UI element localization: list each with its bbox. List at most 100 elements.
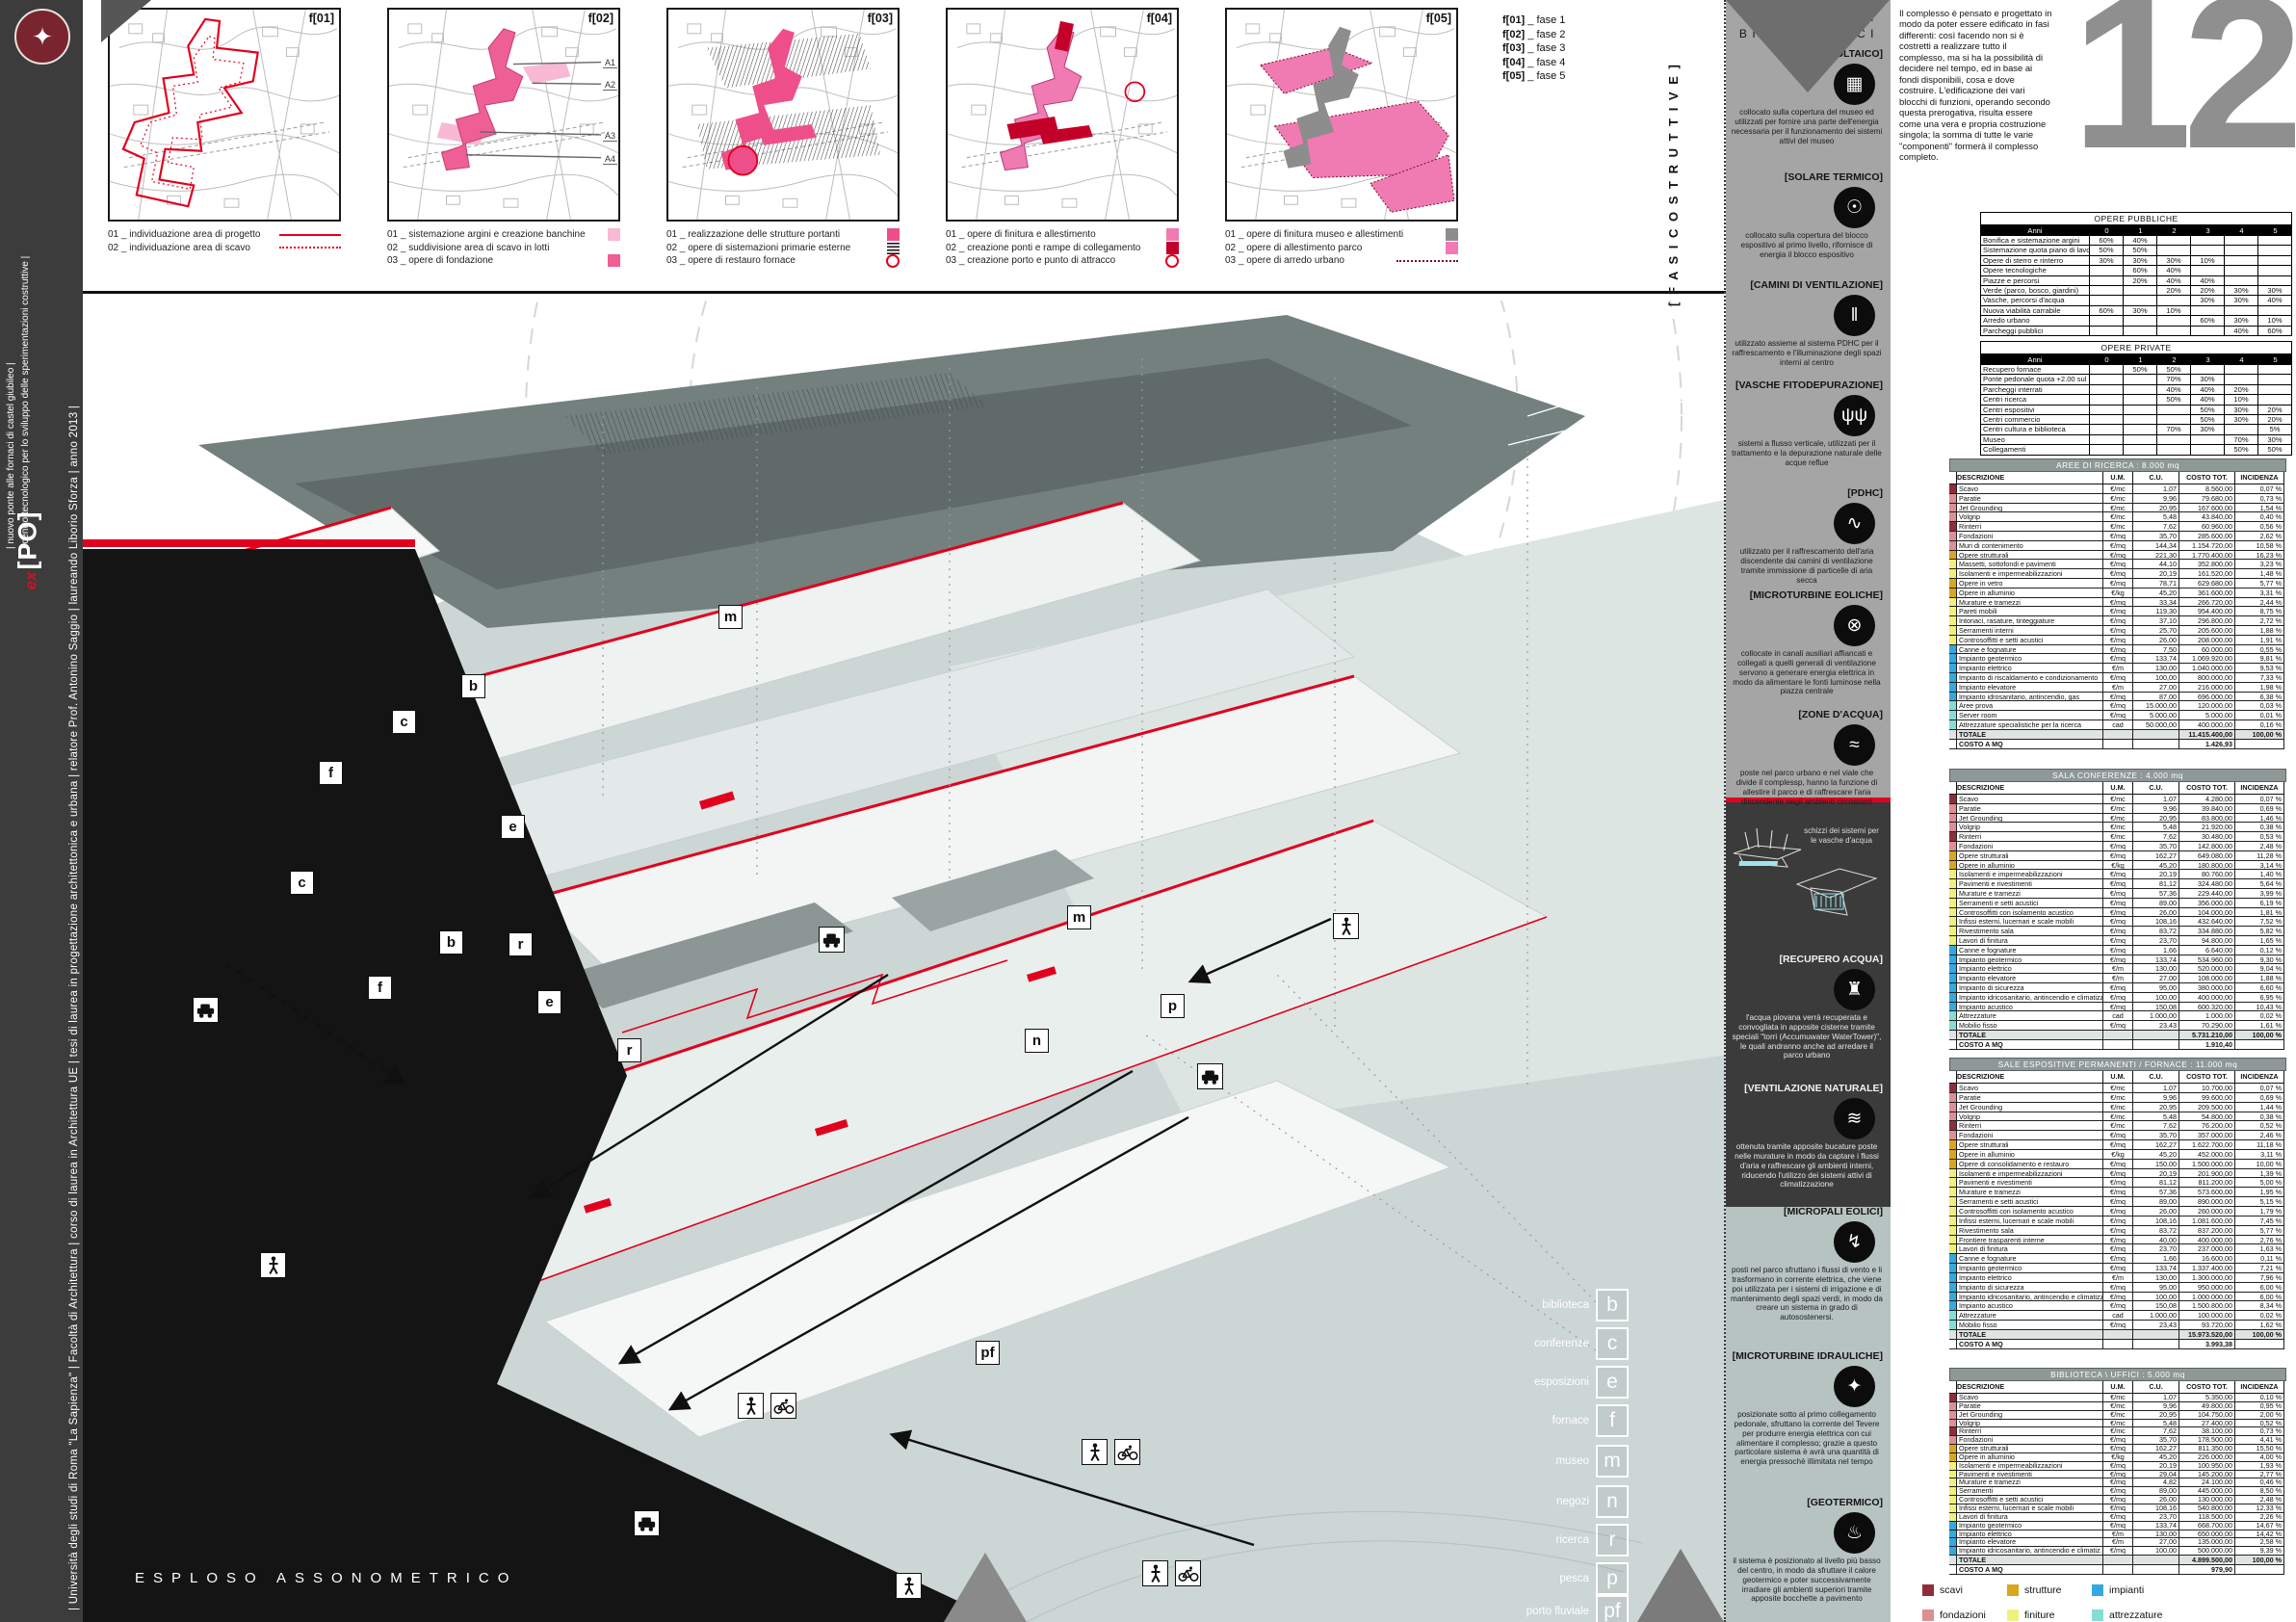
cost-cell: €/mq (2103, 1504, 2133, 1513)
pct-cell (2258, 365, 2292, 375)
cost-cell: 104.750,00 (2179, 1411, 2235, 1420)
pct-cell (2157, 236, 2191, 246)
category-color (1949, 626, 1957, 636)
bio-section: [PDHC]∿utilizzato per il raffrescamento … (1731, 487, 1883, 585)
cost-cell: 5.350,00 (2179, 1394, 2235, 1402)
pct-cell: 20% (2124, 276, 2157, 286)
wind-micropile-icon: ↯ (1834, 1221, 1875, 1263)
category-color (1949, 804, 1957, 814)
total-cell: 100,00 % (2235, 1556, 2284, 1565)
legend-label: impianti (2109, 1584, 2144, 1596)
category-color (1949, 1021, 1957, 1031)
category-color (1949, 1445, 1957, 1453)
cost-cell: Isolamenti e impermeabilizzazioni (1957, 1462, 2103, 1471)
cost-cell: Infissi esterni, lucernari e scale mobil… (1957, 1504, 2103, 1513)
function-label: esposizioni (1534, 1376, 1589, 1388)
cost-cell: Volgrip (1957, 823, 2103, 832)
col-header: INCIDENZA (2235, 472, 2284, 484)
phase-table-row: Vasche, percorsi d'acqua30%30%40% (1980, 296, 2292, 305)
cost-cell: €/mq (2103, 1178, 2133, 1188)
cost-cell: 26,00 (2133, 636, 2179, 645)
map-legend-label: 02 _ creazione ponti e rampe di collegam… (946, 242, 1140, 255)
pct-cell (2090, 375, 2124, 384)
cost-cell: 20,95 (2133, 1411, 2179, 1420)
cost-table-header: DESCRIZIONEU.M.C.U.COSTO TOT.INCIDENZA (1949, 472, 2286, 484)
render-caption: ESPLOSO ASSONOMETRICO (135, 1570, 517, 1586)
cost-cell: 324.480,00 (2179, 879, 2235, 889)
cost-cell: 1.000,00 (2179, 1011, 2235, 1021)
bio-section-text: posti nel parco sfruttano i flussi di ve… (1731, 1266, 1883, 1322)
pct-cell (2258, 276, 2292, 286)
costo-mq-cell (2235, 1040, 2284, 1050)
cost-table-row: Paratie€/mc9,9649.800,000,95 % (1949, 1402, 2286, 1411)
col-anni: Anni (1980, 354, 2090, 365)
category-color (1949, 1150, 1957, 1160)
cost-cell: 629.680,00 (2179, 579, 2235, 589)
category-color (1949, 1003, 1957, 1012)
cost-cell: Lavori di finitura (1957, 1513, 2103, 1522)
cost-cell: 0,38 % (2235, 1112, 2284, 1122)
cost-cell: 35,70 (2133, 1131, 2179, 1140)
cost-cell: 0,56 % (2235, 522, 2284, 532)
bio-section: [MICROTURBINE IDRAULICHE]✦posizionate so… (1731, 1350, 1883, 1467)
cost-cell: 3,99 % (2235, 889, 2284, 899)
cost-cell: €/m (2103, 664, 2133, 673)
cost-cell: €/kg (2103, 1453, 2133, 1462)
cost-table-row: Impianto di riscaldamento e condizioname… (1949, 673, 2286, 683)
pct-cell (2191, 266, 2225, 275)
cost-cell: 6,00 % (2235, 1293, 2284, 1302)
cost-cell: €/mq (2103, 870, 2133, 879)
category-color (1949, 1121, 1957, 1131)
cost-cell: Murature e tramezzi (1957, 1478, 2103, 1487)
pct-cell: 10% (2157, 306, 2191, 316)
cost-table-row: Attrezzaturecad1.000,001.000,000,02 % (1949, 1011, 2286, 1021)
function-label: pesca (1559, 1573, 1589, 1584)
cost-cell: 38.100,00 (2179, 1427, 2235, 1436)
cost-cell: 11,18 % (2235, 1140, 2284, 1150)
cost-table-row: Rivestimento sala€/mq83,72837.200,005,77… (1949, 1226, 2286, 1236)
col-header: U.M. (2103, 1381, 2133, 1394)
total-cell (2103, 1556, 2133, 1565)
pct-cell (2124, 375, 2157, 384)
cost-cell: €/mq (2103, 955, 2133, 965)
cost-cell: 15,50 % (2235, 1445, 2284, 1453)
cost-cell: €/mc (2103, 1411, 2133, 1420)
map-label: f[03] (868, 12, 893, 25)
category-color (1949, 654, 1957, 664)
total-cell (1949, 1556, 1957, 1565)
pct-cell: 40% (2225, 327, 2258, 336)
pct-cell (2090, 286, 2124, 296)
category-color (1949, 1478, 1957, 1487)
cost-cell: 108,16 (2133, 1504, 2179, 1513)
row-label: Opere tecnologiche (1980, 266, 2090, 275)
cost-cell: 130,00 (2133, 964, 2179, 974)
cost-cell: Rinterri (1957, 832, 2103, 842)
cost-cell: 133,74 (2133, 1264, 2179, 1273)
cost-table-row: Murature e tramezzi€/mq57,36229.440,003,… (1949, 889, 2286, 899)
cost-cell: €/mc (2103, 494, 2133, 504)
cost-cell: 162,27 (2133, 1445, 2179, 1453)
map-legend-item: 02 _ opere di allestimento parco (1225, 242, 1458, 255)
total-cell: 100,00 % (2235, 730, 2284, 740)
cost-cell: €/mq (2103, 532, 2133, 541)
cost-cell: Pavimenti e rivestimenti (1957, 1178, 2103, 1188)
cost-cell: 30.480,00 (2179, 832, 2235, 842)
hatch-swatch-icon (887, 242, 900, 254)
col-header: COSTO TOT. (2179, 472, 2235, 484)
cost-cell: 145.200,00 (2179, 1471, 2235, 1479)
row-label: Bonifica e sistemazione argini (1980, 236, 2090, 246)
cost-cell: 33,34 (2133, 598, 2179, 608)
category-color (1949, 616, 1957, 626)
cost-table-row: Fondazioni€/mq35,70285.600,002,62 % (1949, 532, 2286, 541)
category-color (1949, 711, 1957, 720)
costo-mq-cell (2133, 1040, 2179, 1050)
cost-cell: Fondazioni (1957, 1436, 2103, 1445)
phase-table-row: Ponte pedonale quota +2.00 sul fiume70%3… (1980, 375, 2292, 384)
cost-cell: €/mc (2103, 1084, 2133, 1093)
line-swatch-icon (279, 234, 341, 236)
cost-cell: 45,20 (2133, 1453, 2179, 1462)
cost-cell: 108,16 (2133, 917, 2179, 927)
category-color (1949, 842, 1957, 851)
map-label: f[05] (1426, 12, 1451, 25)
pct-cell (2258, 375, 2292, 384)
